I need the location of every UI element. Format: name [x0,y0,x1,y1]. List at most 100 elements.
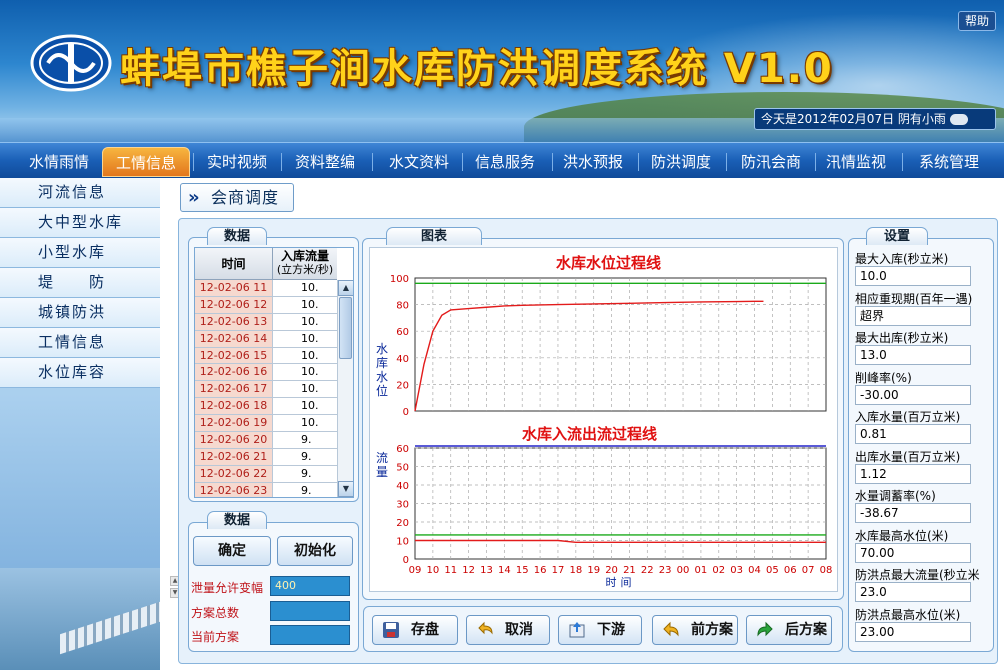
cancel-button[interactable]: 取消 [466,615,550,645]
settings-value-field[interactable]: 23.0 [855,582,971,602]
table-row[interactable]: 12-02-06 15 10. [195,347,337,365]
flow-xtick-label: 21 [623,565,636,576]
settings-value-field[interactable]: 10.0 [855,266,971,286]
flow-cell[interactable]: 10. [273,348,337,364]
col-time-header: 时间 [195,248,273,280]
table-row[interactable]: 12-02-06 14 10. [195,330,337,348]
table-row[interactable]: 12-02-06 18 10. [195,398,337,416]
table-row[interactable]: 12-02-06 20 9. [195,432,337,449]
time-cell: 12-02-06 20 [195,432,273,448]
flow-cell[interactable]: 9. [273,466,337,482]
settings-value-field[interactable]: -30.00 [855,384,971,405]
scroll-down-icon[interactable]: ▼ [338,481,353,497]
level-ytick-label: 40 [396,354,409,365]
sidebar-item-river-info[interactable]: 河流信息 [0,178,160,208]
settings-value-field[interactable]: 0.81 [855,424,971,444]
level-ytick-label: 60 [396,327,409,338]
table-row[interactable]: 12-02-06 19 10. [195,415,337,433]
table-row[interactable]: 12-02-06 12 10. [195,296,337,314]
flow-cell[interactable]: 10. [273,280,337,296]
settings-value-field[interactable]: 超界 [855,305,971,326]
allow-range-label: 泄量允许变幅 [191,581,264,595]
flow-cell[interactable]: 9. [273,432,337,448]
nav-item-flood-forecast[interactable]: 洪水预报 [552,147,634,177]
flow-cell[interactable]: 10. [273,314,337,330]
scroll-thumb[interactable] [339,297,352,359]
table-row[interactable]: 12-02-06 21 9. [195,448,337,466]
flow-cell[interactable]: 9. [273,483,337,497]
nav-item-flood-dispatch[interactable]: 防洪调度 [640,147,722,177]
table-row[interactable]: 12-02-06 13 10. [195,313,337,331]
flow-cell[interactable]: 9. [273,449,337,465]
settings-label: 水量调蓄率(%) [855,489,936,503]
time-cell: 12-02-06 12 [195,296,273,313]
table-row[interactable]: 12-02-06 11 10. [195,280,337,297]
table-row[interactable]: 12-02-06 16 10. [195,364,337,382]
flow-cell[interactable]: 10. [273,364,337,380]
flow-xtick-label: 02 [712,565,725,576]
next-plan-button[interactable]: 后方案 [746,615,832,645]
flow-cell[interactable]: 10. [273,398,337,414]
table-row[interactable]: 12-02-06 22 9. [195,465,337,483]
settings-value-field[interactable]: 70.00 [855,542,971,563]
nav-item-hydro-data[interactable]: 水文资料 [378,147,460,177]
settings-value-field[interactable]: 13.0 [855,345,971,365]
system-logo [30,34,112,92]
allow-range-field[interactable]: 400 [270,576,350,596]
nav-item-flood-consult[interactable]: 防汛会商 [730,147,812,177]
sidebar-item-town-flood[interactable]: 城镇防洪 [0,298,160,328]
level-plot-frame [414,277,827,412]
sidebar-item-level-capacity[interactable]: 水位库容 [0,358,160,388]
nav-item-water-rain[interactable]: 水情雨情 [16,147,102,177]
table-scrollbar[interactable]: ▲ ▼ [337,280,353,497]
nav-separator [462,153,463,171]
flow-xtick-label: 09 [409,565,422,576]
confirm-button[interactable]: 确定 [193,536,271,566]
sidebar-item-project-info[interactable]: 工情信息 [0,328,160,358]
time-cell: 12-02-06 11 [195,280,273,296]
header-banner: 蚌埠市樵子涧水库防洪调度系统 V1.0 帮助 今天是2012年02月07日 阴有… [0,0,1004,142]
flow-xtick-label: 19 [587,565,600,576]
settings-label: 水库最高水位(米) [855,528,949,543]
nav-item-project-info[interactable]: 工情信息 [102,147,190,177]
help-button[interactable]: 帮助 [958,11,996,31]
sidebar-item-small-reservoir[interactable]: 小型水库 [0,238,160,268]
flow-xtick-label: 05 [766,565,779,576]
settings-value-field[interactable]: 23.00 [855,621,971,642]
flow-xtick-label: 16 [534,565,547,576]
settings-value-field[interactable]: 1.12 [855,463,971,484]
sidebar-item-large-reservoir[interactable]: 大中型水库 [0,208,160,238]
table-row[interactable]: 12-02-06 23 9. [195,482,337,497]
settings-value-field[interactable]: -38.67 [855,503,971,523]
double-chevron-icon: » [188,187,201,208]
flow-xtick-label: 12 [462,565,475,576]
sidebar-item-levee[interactable]: 堤 防 [0,268,160,298]
table-row[interactable]: 12-02-06 17 10. [195,381,337,399]
scroll-up-icon[interactable]: ▲ [338,280,353,296]
time-cell: 12-02-06 23 [195,482,273,497]
downstream-button[interactable]: 下游 [558,615,642,645]
nav-item-data-compile[interactable]: 资料整编 [284,147,366,177]
save-button[interactable]: 存盘 [372,615,458,645]
nav-item-system-admin[interactable]: 系统管理 [906,147,992,177]
settings-label: 最大出库(秒立米) [855,331,949,345]
flow-cell[interactable]: 10. [273,297,337,313]
nav-item-info-service[interactable]: 信息服务 [464,147,546,177]
export-icon [569,622,585,638]
initialize-button[interactable]: 初始化 [277,536,353,566]
col-flow-title: 入库流量 [280,249,329,263]
nav-item-flood-monitor[interactable]: 汛情监视 [815,147,897,177]
time-cell: 12-02-06 17 [195,381,273,398]
flow-xtick-label: 08 [820,565,833,576]
date-weather-bar: 今天是2012年02月07日 阴有小雨 [754,108,996,130]
nav-item-live-video[interactable]: 实时视频 [196,147,278,177]
flow-cell[interactable]: 10. [273,415,337,431]
flow-cell[interactable]: 10. [273,381,337,397]
flow-cell[interactable]: 10. [273,331,337,347]
level-ytick-label: 100 [390,274,409,285]
prev-plan-button[interactable]: 前方案 [652,615,738,645]
undo-icon [478,621,493,635]
nav-separator [281,153,282,171]
flow-xlabel: 时间 [606,576,636,589]
rain-cloud-icon [949,114,968,125]
